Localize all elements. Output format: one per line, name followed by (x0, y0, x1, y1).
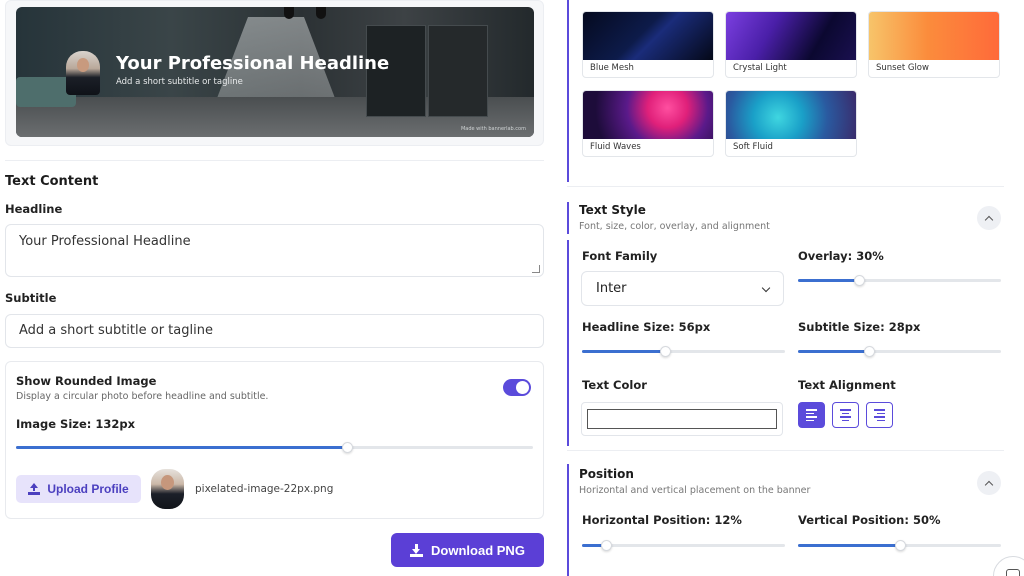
bg-tile-label: Crystal Light (733, 63, 787, 73)
bg-tile-blue-mesh[interactable]: Blue Mesh (582, 11, 714, 78)
banner-preview: Your Professional Headline Add a short s… (16, 7, 534, 137)
slider-fill (582, 350, 666, 353)
banner-watermark: Made with bannerlab.com (460, 126, 526, 132)
profile-thumbnail (151, 469, 184, 509)
bg-tile-label: Sunset Glow (876, 63, 929, 73)
font-family-select[interactable]: Inter (581, 271, 784, 306)
show-rounded-image-title: Show Rounded Image (16, 374, 157, 388)
chat-icon (1006, 569, 1020, 576)
slider-fill (798, 350, 870, 353)
bg-tile-label: Soft Fluid (733, 142, 773, 152)
section-divider (5, 160, 544, 161)
banner-avatar (66, 51, 100, 95)
slider-thumb[interactable] (341, 442, 353, 453)
upload-icon (28, 483, 41, 495)
bg-swatch (726, 91, 856, 139)
banner-bg-lamp (316, 7, 326, 19)
subtitle-input[interactable]: Add a short subtitle or tagline (5, 314, 544, 348)
toggle-knob (516, 381, 529, 394)
bg-tile-fluid-waves[interactable]: Fluid Waves (582, 90, 714, 157)
text-style-collapse-button[interactable] (977, 206, 1001, 230)
subtitle-size-slider[interactable] (798, 346, 1001, 357)
bg-swatch (726, 12, 856, 60)
banner-bg-fridge-2 (428, 25, 488, 117)
align-right-button[interactable] (866, 402, 893, 428)
align-center-icon (840, 409, 851, 411)
bg-swatch (583, 12, 713, 60)
upload-profile-label: Upload Profile (47, 482, 129, 496)
show-rounded-image-toggle[interactable] (503, 379, 531, 396)
download-png-label: Download PNG (431, 542, 525, 558)
bg-tile-label: Blue Mesh (590, 63, 634, 73)
headline-textarea-value: Your Professional Headline (19, 234, 191, 249)
rounded-image-card: Show Rounded Image Display a circular ph… (5, 361, 544, 519)
slider-fill (798, 544, 900, 547)
position-description: Horizontal and vertical placement on the… (579, 485, 811, 496)
profile-file-name: pixelated-image-22px.png (195, 483, 334, 495)
banner-preview-card: Your Professional Headline Add a short s… (5, 0, 544, 146)
text-alignment-label: Text Alignment (798, 378, 896, 392)
position-accent (567, 464, 569, 576)
font-family-label: Font Family (582, 249, 658, 263)
text-color-swatch (587, 409, 777, 429)
banner-bg-lamp (284, 7, 294, 19)
slider-fill (798, 279, 859, 282)
download-icon (410, 543, 424, 557)
headline-size-slider[interactable] (582, 346, 785, 357)
text-style-accent (567, 202, 569, 234)
bg-swatch (583, 91, 713, 139)
slider-thumb[interactable] (853, 275, 865, 286)
align-left-icon (806, 409, 817, 411)
chevron-down-icon (761, 283, 771, 293)
text-style-description: Font, size, color, overlay, and alignmen… (579, 221, 770, 232)
text-style-title: Text Style (579, 203, 646, 217)
align-left-button[interactable] (798, 402, 825, 428)
chevron-up-icon (984, 215, 994, 224)
chevron-up-icon (984, 480, 994, 489)
subtitle-input-value: Add a short subtitle or tagline (19, 323, 213, 338)
text-color-picker[interactable] (581, 402, 783, 436)
text-color-label: Text Color (582, 378, 647, 392)
slider-thumb[interactable] (660, 346, 672, 357)
align-right-icon (874, 409, 885, 411)
slider-thumb[interactable] (894, 540, 906, 551)
slider-fill (16, 446, 347, 449)
bg-tile-crystal-light[interactable]: Crystal Light (725, 11, 857, 78)
bg-swatch (869, 12, 999, 60)
upload-profile-button[interactable]: Upload Profile (16, 475, 141, 503)
align-center-button[interactable] (832, 402, 859, 428)
image-size-slider[interactable] (16, 442, 533, 453)
section-divider (567, 186, 1004, 187)
image-size-label: Image Size: 132px (16, 417, 136, 431)
font-family-value: Inter (596, 281, 627, 296)
headline-size-label: Headline Size: 56px (582, 320, 711, 334)
banner-headline: Your Professional Headline (116, 53, 390, 74)
headline-label: Headline (5, 202, 63, 216)
slider-thumb[interactable] (601, 540, 613, 551)
horizontal-position-slider[interactable] (582, 540, 785, 551)
vertical-position-label: Vertical Position: 50% (798, 513, 941, 527)
text-style-accent-line (567, 240, 569, 446)
vertical-position-slider[interactable] (798, 540, 1001, 551)
headline-textarea[interactable]: Your Professional Headline (5, 224, 544, 277)
chat-widget-button[interactable] (993, 556, 1024, 576)
position-title: Position (579, 467, 634, 481)
overlay-label: Overlay: 30% (798, 249, 884, 263)
text-content-title: Text Content (5, 174, 99, 189)
subtitle-label: Subtitle (5, 291, 57, 305)
download-png-button[interactable]: Download PNG (391, 533, 544, 567)
bg-tile-label: Fluid Waves (590, 142, 641, 152)
section-divider (567, 450, 1004, 451)
show-rounded-image-description: Display a circular photo before headline… (16, 391, 269, 402)
horizontal-position-label: Horizontal Position: 12% (582, 513, 742, 527)
resize-handle-icon[interactable] (532, 265, 540, 273)
backgrounds-section-accent (567, 0, 569, 182)
overlay-slider[interactable] (798, 275, 1001, 286)
position-collapse-button[interactable] (977, 471, 1001, 495)
slider-thumb[interactable] (864, 346, 876, 357)
banner-subtitle: Add a short subtitle or tagline (116, 77, 243, 87)
bg-tile-sunset-glow[interactable]: Sunset Glow (868, 11, 1000, 78)
bg-tile-soft-fluid[interactable]: Soft Fluid (725, 90, 857, 157)
subtitle-size-label: Subtitle Size: 28px (798, 320, 921, 334)
